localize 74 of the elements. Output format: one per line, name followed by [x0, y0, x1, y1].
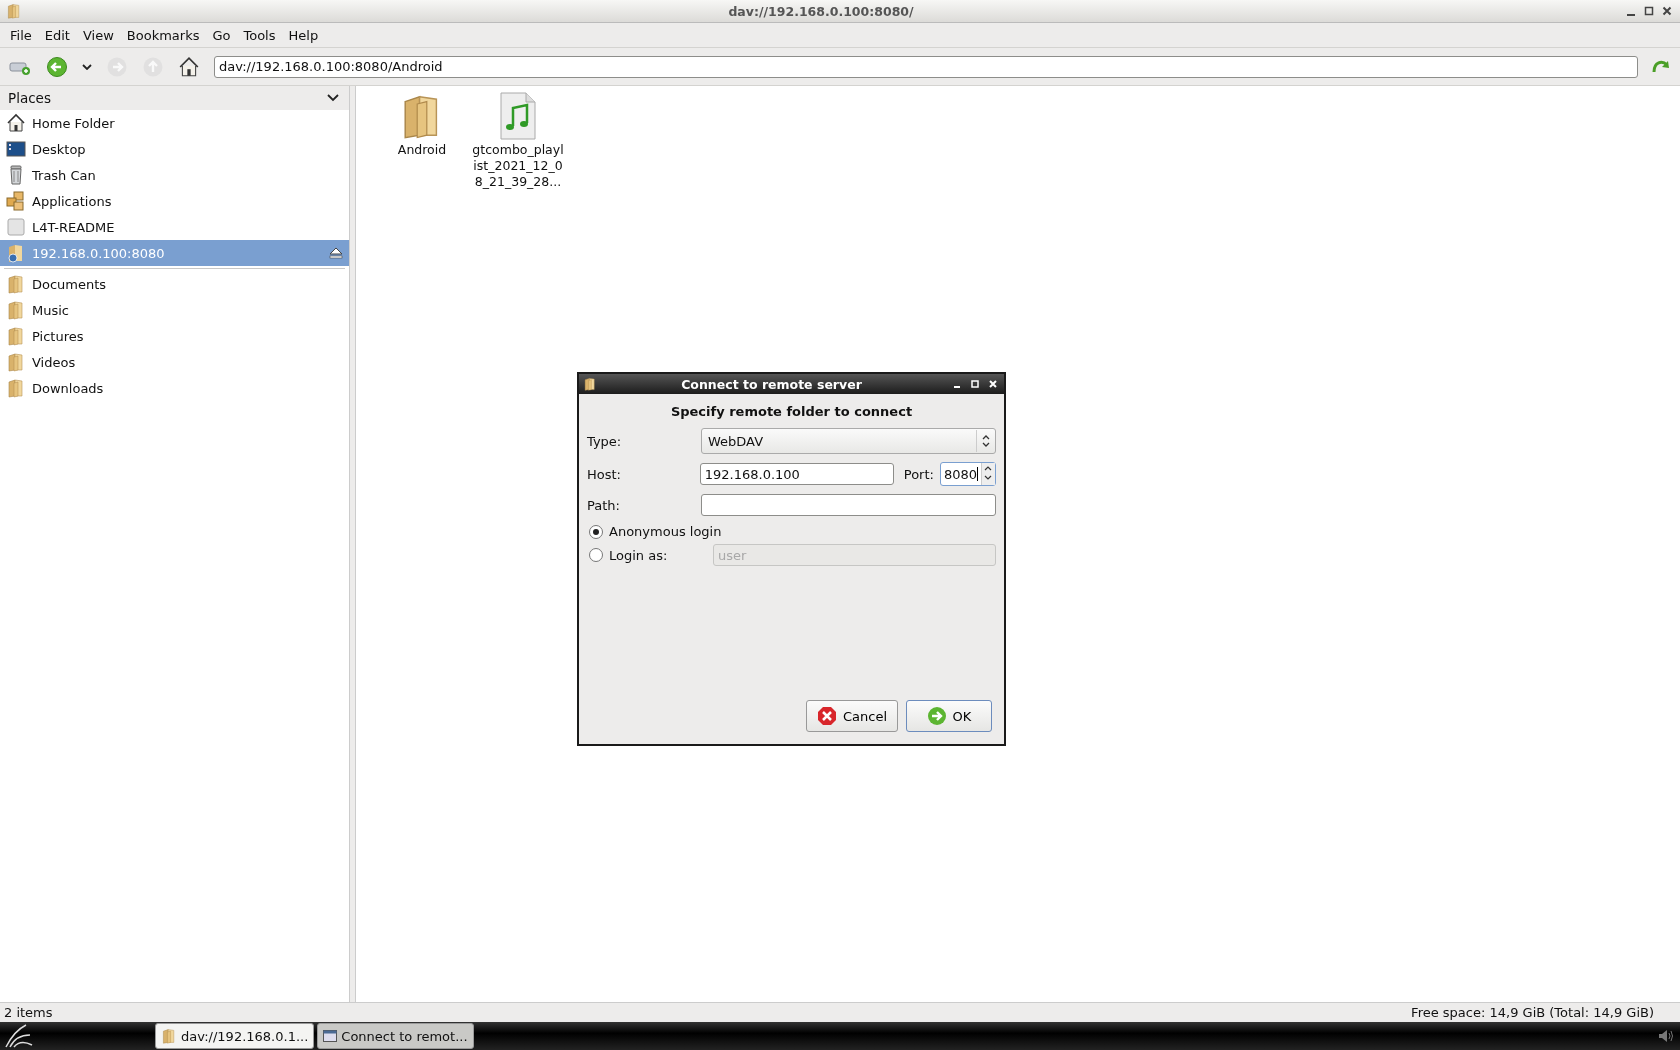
menu-item[interactable]: Help	[282, 27, 325, 43]
minimize-icon	[954, 386, 960, 388]
maximize-button[interactable]	[1642, 4, 1656, 18]
sidebar-item[interactable]: Music	[0, 297, 349, 323]
file-name: Android	[396, 142, 448, 158]
window-icon	[323, 1030, 338, 1042]
minimize-icon	[1627, 13, 1635, 16]
taskbar-button[interactable]: dav://192.168.0.1...	[155, 1023, 315, 1049]
folder-icon	[6, 300, 26, 320]
free-space-text: Free space: 14,9 GiB (Total: 14,9 GiB)	[1411, 1005, 1654, 1020]
folder-icon	[6, 3, 22, 19]
radio-button[interactable]	[589, 548, 603, 562]
caret-icon	[82, 63, 92, 70]
folder-icon	[6, 326, 26, 346]
folder-icon	[6, 352, 26, 372]
taskbar-button[interactable]: Connect to remot...	[317, 1023, 474, 1049]
home-icon	[6, 113, 26, 133]
menu-item[interactable]: Tools	[237, 27, 282, 43]
eject-icon[interactable]	[329, 247, 343, 259]
folder-icon	[6, 378, 26, 398]
cancel-icon	[816, 706, 837, 726]
radio-label[interactable]: Login as:	[609, 547, 707, 563]
history-dropdown-button[interactable]	[80, 61, 94, 72]
start-menu-icon[interactable]	[4, 1023, 34, 1049]
sidebar-item[interactable]: L4T-README	[0, 214, 349, 240]
audio-file-icon	[498, 92, 538, 140]
menu-item[interactable]: File	[4, 27, 38, 43]
type-dropdown[interactable]: WebDAV	[701, 428, 996, 454]
menu-item[interactable]: Edit	[38, 27, 76, 43]
home-icon	[178, 55, 200, 78]
ok-button[interactable]: OK	[906, 700, 992, 732]
sidebar-item[interactable]: Pictures	[0, 323, 349, 349]
address-field[interactable]: dav://192.168.0.100:8080/Android	[214, 55, 1638, 78]
sidebar-item[interactable]: Videos	[0, 349, 349, 375]
close-icon	[1662, 6, 1672, 16]
drive-icon	[6, 217, 26, 237]
sidebar-item[interactable]: Applications	[0, 188, 349, 214]
folder-icon	[161, 1028, 177, 1044]
host-label: Host:	[587, 466, 622, 482]
menu-item[interactable]: View	[76, 27, 120, 43]
dialog-heading: Specify remote folder to connect	[669, 404, 914, 419]
up-down-arrows-icon	[982, 435, 990, 447]
sidebar-item[interactable]: Home Folder	[0, 110, 349, 136]
item-count: 2 items	[4, 1005, 53, 1020]
folder-icon	[583, 377, 597, 391]
folder-icon	[6, 274, 26, 294]
sidebar-item[interactable]: Desktop	[0, 136, 349, 162]
cancel-button[interactable]: Cancel	[805, 700, 898, 732]
maximize-icon	[1644, 6, 1654, 16]
radio-label[interactable]: Anonymous login	[609, 524, 722, 539]
path-field[interactable]	[701, 494, 996, 516]
maximize-icon	[970, 379, 980, 389]
applications-icon	[6, 191, 26, 211]
close-button[interactable]	[1660, 4, 1674, 18]
close-icon	[988, 379, 998, 389]
collapse-caret-icon[interactable]	[327, 94, 339, 102]
desktop-icon	[6, 139, 26, 159]
speaker-icon[interactable]	[1658, 1028, 1676, 1044]
menu-item[interactable]: Go	[206, 27, 237, 43]
type-label: Type:	[587, 433, 623, 449]
menu-item[interactable]: Bookmarks	[120, 27, 206, 43]
file-name: gtcombo_playlist_2021_12_08_21_39_28...	[472, 142, 564, 190]
sidebar-item[interactable]: Documents	[0, 271, 349, 297]
sidebar-item[interactable]: Trash Can	[0, 162, 349, 188]
dialog-title: Connect to remote server	[680, 376, 863, 392]
radio-button[interactable]	[589, 524, 603, 539]
window-title: dav://192.168.0.100:8080/	[727, 3, 915, 19]
sidebar-item[interactable]: Downloads	[0, 375, 349, 401]
port-spinner[interactable]: 8080	[939, 462, 996, 486]
port-label: Port:	[903, 466, 934, 482]
maximize-button[interactable]	[968, 377, 982, 391]
path-label: Path:	[587, 497, 621, 513]
places-header: Places	[8, 90, 51, 106]
host-field[interactable]: 192.168.0.100	[699, 463, 894, 485]
